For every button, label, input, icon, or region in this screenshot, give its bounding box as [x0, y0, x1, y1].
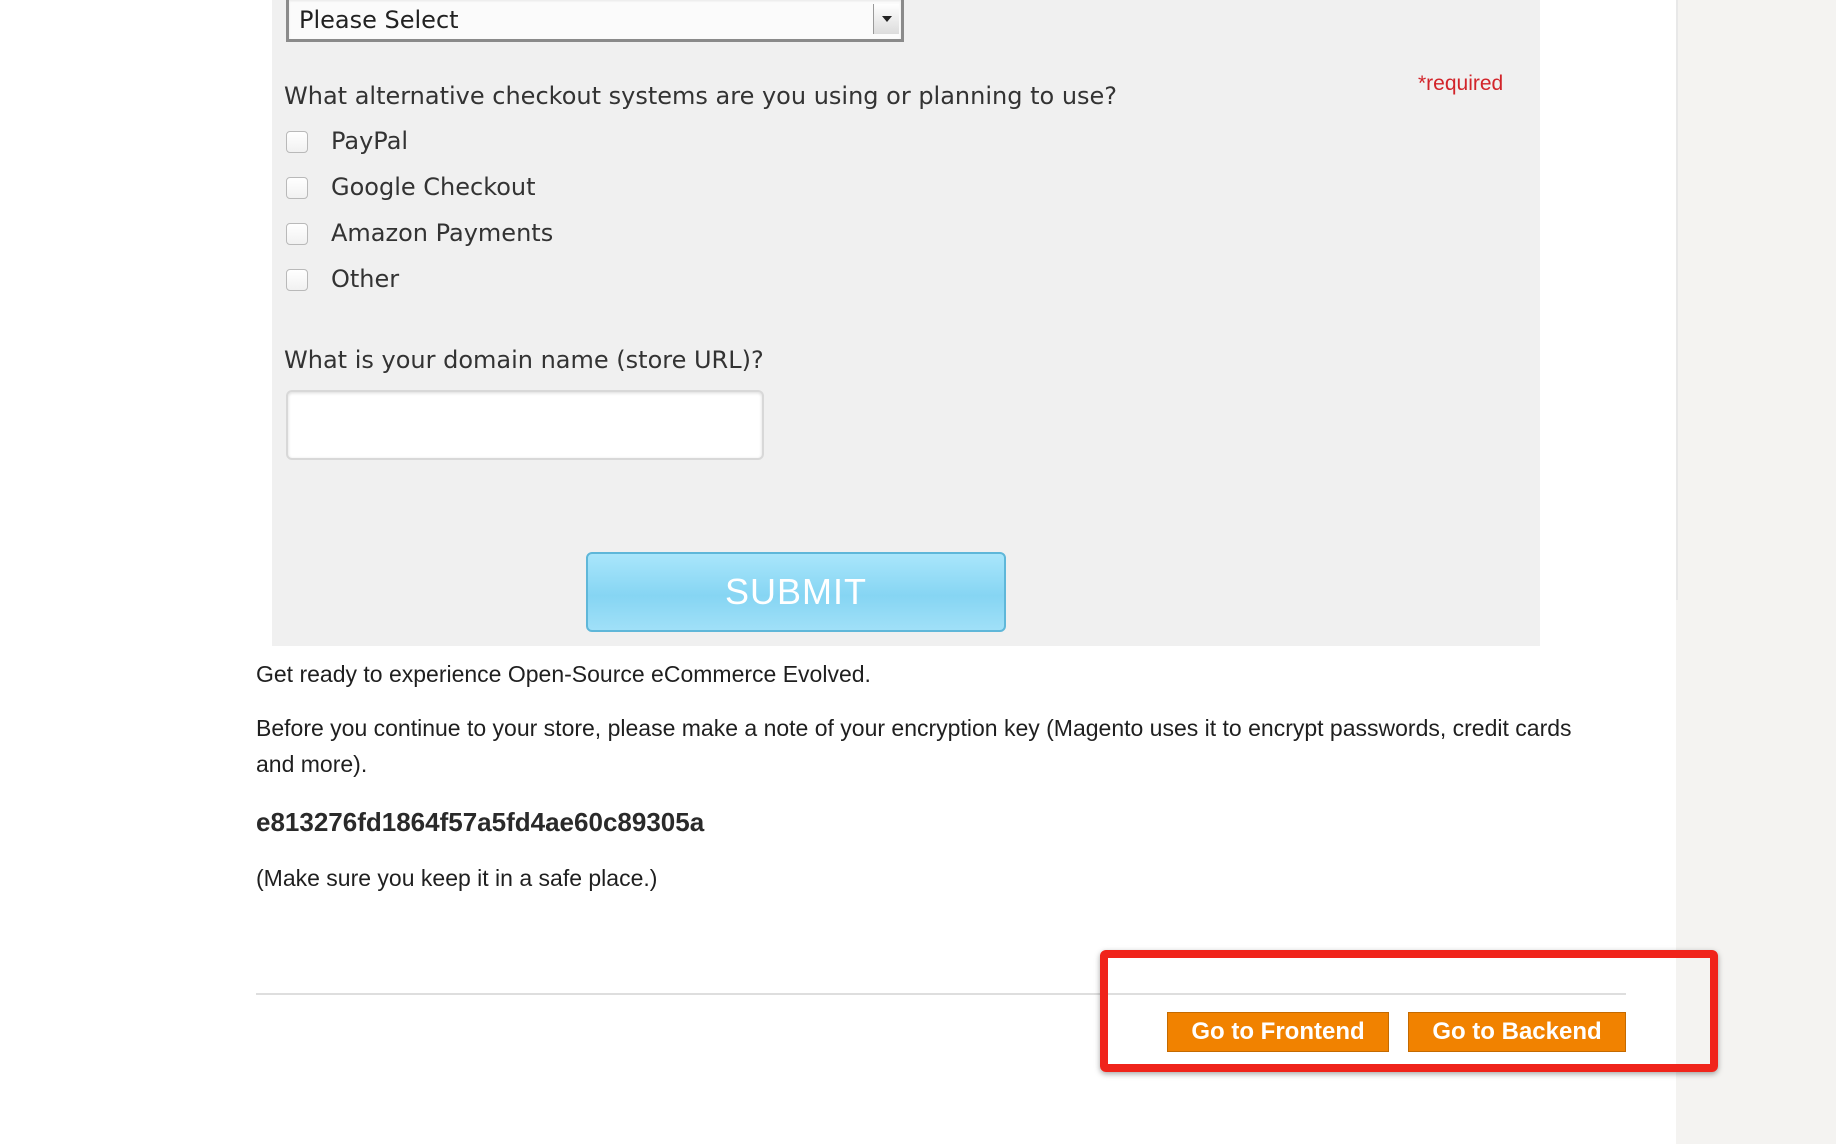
- safe-place-note: (Make sure you keep it in a safe place.): [256, 865, 658, 891]
- encryption-note-text: Before you continue to your store, pleas…: [256, 715, 1572, 777]
- please-select-dropdown[interactable]: Please Select: [286, 0, 904, 42]
- checkbox-label[interactable]: PayPal: [331, 127, 408, 155]
- required-label: *required: [1418, 72, 1504, 95]
- checkout-question-label: What alternative checkout systems are yo…: [284, 82, 1118, 110]
- chevron-down-icon[interactable]: [873, 4, 899, 34]
- red-highlight-annotation: [1100, 950, 1718, 1072]
- checkbox-label[interactable]: Amazon Payments: [331, 219, 553, 247]
- intro-text: Get ready to experience Open-Source eCom…: [256, 661, 871, 687]
- other-checkbox[interactable]: [286, 269, 308, 291]
- checkbox-label[interactable]: Google Checkout: [331, 173, 536, 201]
- domain-url-input[interactable]: [286, 390, 764, 460]
- dropdown-value: Please Select: [299, 6, 459, 34]
- google-checkout-checkbox[interactable]: [286, 177, 308, 199]
- encryption-key: e813276fd1864f57a5fd4ae60c89305a: [256, 807, 705, 837]
- amazon-payments-checkbox[interactable]: [286, 223, 308, 245]
- submit-button[interactable]: SUBMIT: [586, 552, 1006, 632]
- paypal-checkbox[interactable]: [286, 131, 308, 153]
- domain-question-label: What is your domain name (store URL)?: [284, 346, 764, 374]
- checkbox-label[interactable]: Other: [331, 265, 399, 293]
- gutter-divider: [1676, 0, 1678, 600]
